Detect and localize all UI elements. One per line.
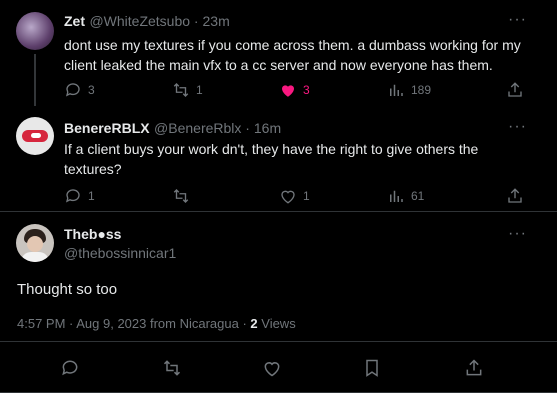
thread-line — [34, 54, 36, 106]
reply-icon — [65, 189, 80, 203]
views-button[interactable]: 189 — [387, 81, 431, 99]
author-name[interactable]: Theb●ss — [64, 226, 121, 242]
share-button[interactable] — [506, 187, 524, 205]
retweet-icon — [163, 360, 181, 376]
tweet-time[interactable]: 23m — [203, 13, 230, 29]
views-count: 2 — [250, 316, 258, 331]
author-name[interactable]: BenereRBLX — [64, 120, 150, 136]
heart-filled-icon — [282, 85, 294, 97]
like-button[interactable]: 1 — [279, 187, 310, 205]
tweet-timestamp: 4:57 PM · Aug 9, 2023 from Nicaragua · 2… — [17, 316, 296, 331]
share-icon — [508, 82, 522, 97]
avatar-face — [27, 236, 43, 252]
tweet-header: BenereRBLX @BenereRblx · 16m — [64, 120, 282, 136]
like-button[interactable] — [262, 358, 282, 378]
retweet-button[interactable] — [172, 187, 196, 205]
bookmark-icon — [366, 359, 378, 377]
main-tweet-text: Thought so too — [17, 281, 118, 298]
tweet-text: If a client buys your work dn't, they ha… — [64, 141, 479, 177]
more-options-icon[interactable]: ··· — [508, 225, 527, 243]
tweet-time[interactable]: 16m — [254, 120, 281, 136]
tweet-text: dont use my textures if you come across … — [64, 37, 521, 73]
views-button[interactable]: 61 — [387, 187, 424, 205]
heart-icon — [281, 190, 295, 204]
avatar-zet[interactable] — [16, 12, 54, 50]
author-handle[interactable]: @thebossinnicar1 — [64, 245, 176, 261]
views-icon — [390, 190, 403, 202]
divider — [0, 211, 557, 212]
heart-icon — [264, 362, 280, 377]
retweet-button[interactable] — [162, 358, 182, 378]
author-handle[interactable]: @WhiteZetsubo — [89, 13, 190, 29]
like-button[interactable]: 3 — [279, 81, 310, 99]
avatar-theboss[interactable] — [16, 224, 54, 262]
share-button[interactable] — [464, 358, 484, 378]
avatar-shoulders — [21, 252, 49, 262]
more-options-icon[interactable]: ··· — [508, 118, 527, 136]
avatar-mask-eye — [31, 133, 41, 138]
retweet-button[interactable]: 1 — [172, 81, 203, 99]
reply-button[interactable]: 3 — [64, 81, 95, 99]
share-icon — [466, 359, 482, 376]
share-button[interactable] — [506, 81, 524, 99]
author-handle[interactable]: @BenereRblx — [154, 120, 241, 136]
tweet-header: Zet @WhiteZetsubo · 23m — [64, 13, 230, 29]
avatar-benere[interactable] — [16, 117, 54, 155]
bookmark-button[interactable] — [362, 358, 382, 378]
reply-button[interactable] — [60, 358, 80, 378]
reply-icon — [62, 360, 78, 376]
reply-button[interactable]: 1 — [64, 187, 95, 205]
author-name[interactable]: Zet — [64, 13, 85, 29]
views-icon — [390, 84, 403, 96]
reply-icon — [65, 83, 80, 97]
retweet-icon — [173, 83, 189, 97]
divider — [0, 341, 557, 342]
more-options-icon[interactable]: ··· — [508, 11, 527, 29]
share-icon — [508, 188, 522, 203]
retweet-icon — [173, 189, 189, 203]
